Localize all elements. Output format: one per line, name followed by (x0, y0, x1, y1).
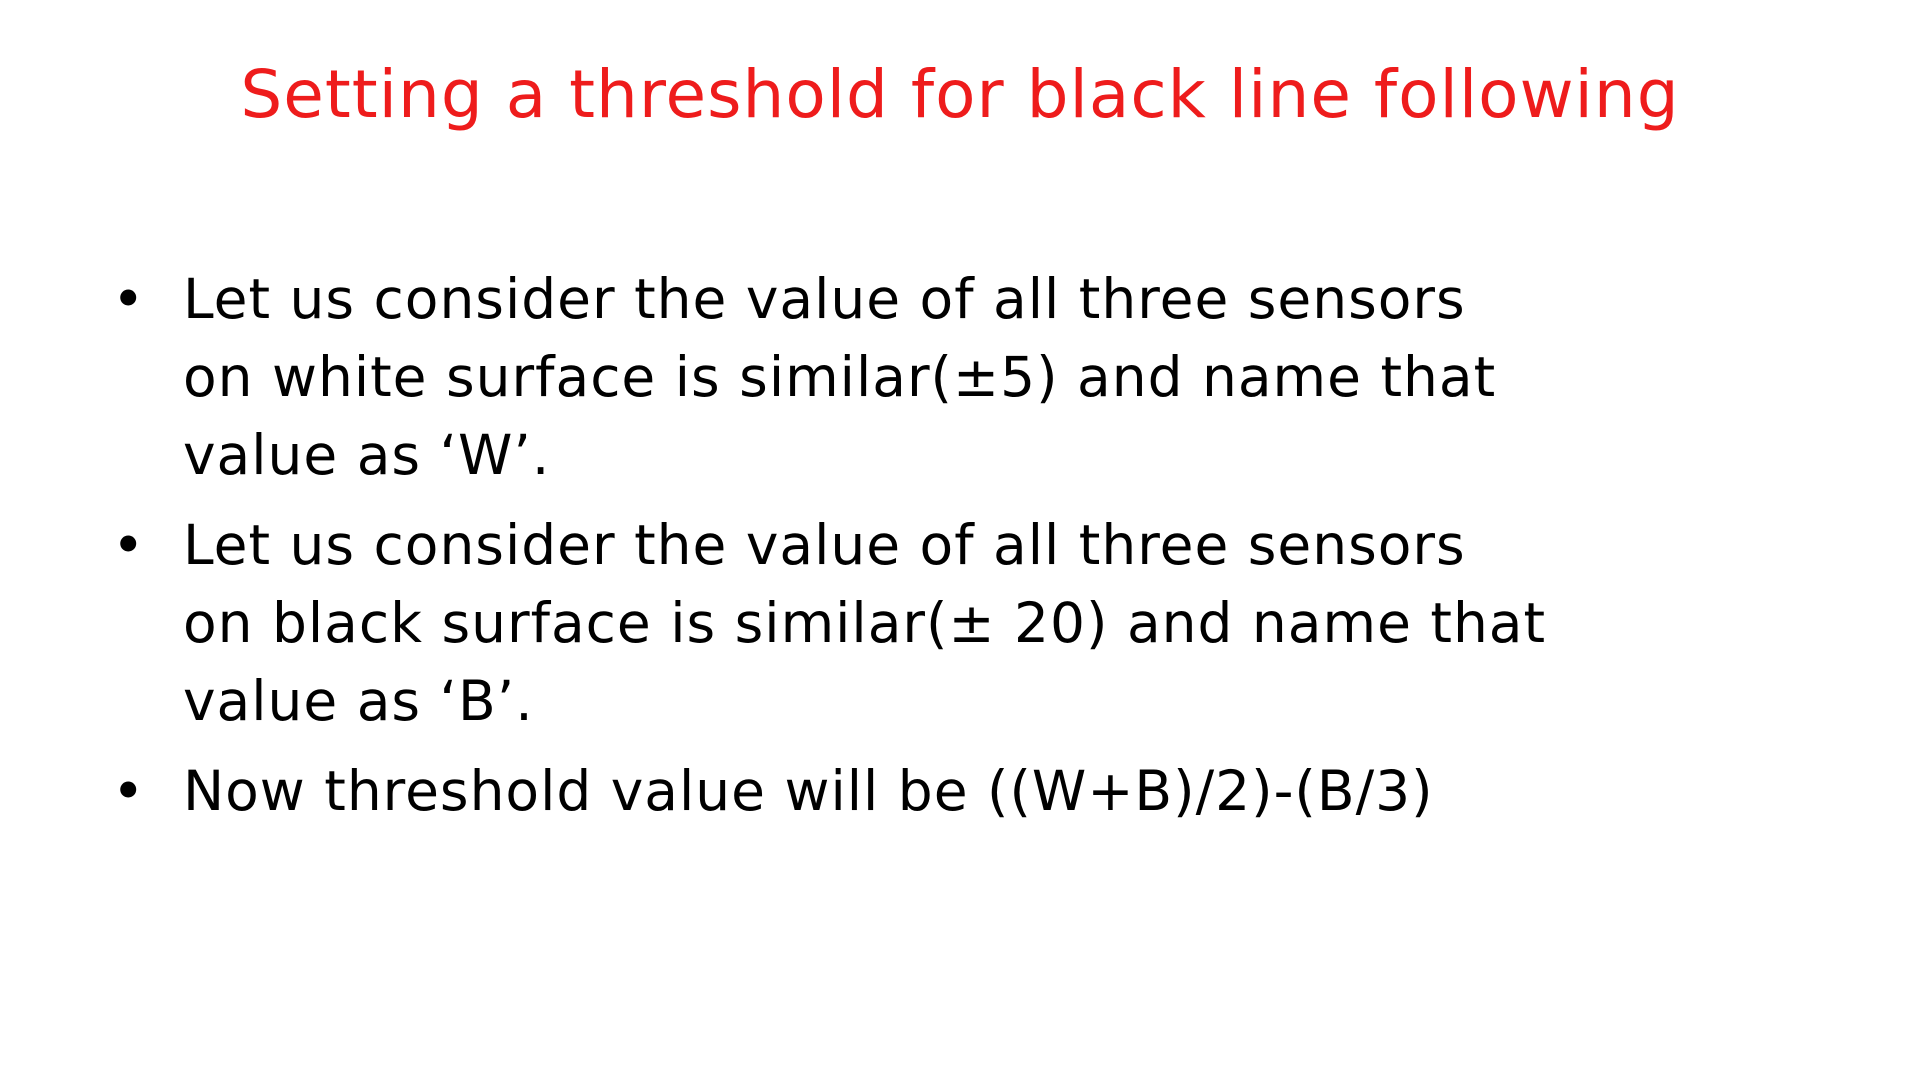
bullet-line: Let us consider the value of all three s… (183, 513, 1466, 577)
bullet-dot-icon: • (112, 267, 146, 331)
bullet-line: value as ‘B’. (183, 669, 534, 733)
bullet-list: • Let us consider the value of all three… (110, 260, 1870, 842)
slide-title: Setting a threshold for black line follo… (240, 56, 1680, 133)
bullet-item-threshold-formula: • Now threshold value will be ((W+B)/2)-… (110, 752, 1870, 830)
bullet-dot-icon: • (112, 513, 146, 577)
bullet-line: Now threshold value will be ((W+B)/2)-(B… (183, 759, 1434, 823)
bullet-line: on black surface is similar(± 20) and na… (183, 591, 1547, 655)
bullet-dot-icon: • (112, 759, 146, 823)
bullet-line: value as ‘W’. (183, 423, 551, 487)
slide: Setting a threshold for black line follo… (0, 0, 1920, 1080)
bullet-line: Let us consider the value of all three s… (183, 267, 1466, 331)
bullet-item-black-surface: • Let us consider the value of all three… (110, 506, 1870, 740)
bullet-line: on white surface is similar(±5) and name… (183, 345, 1497, 409)
bullet-item-white-surface: • Let us consider the value of all three… (110, 260, 1870, 494)
